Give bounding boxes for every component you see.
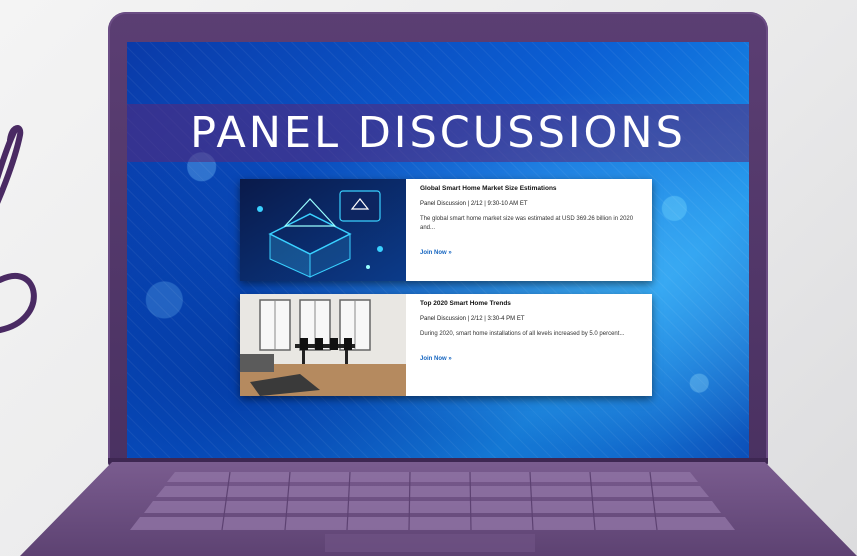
keyboard-keys (130, 471, 735, 552)
trackpad[interactable] (325, 534, 535, 552)
